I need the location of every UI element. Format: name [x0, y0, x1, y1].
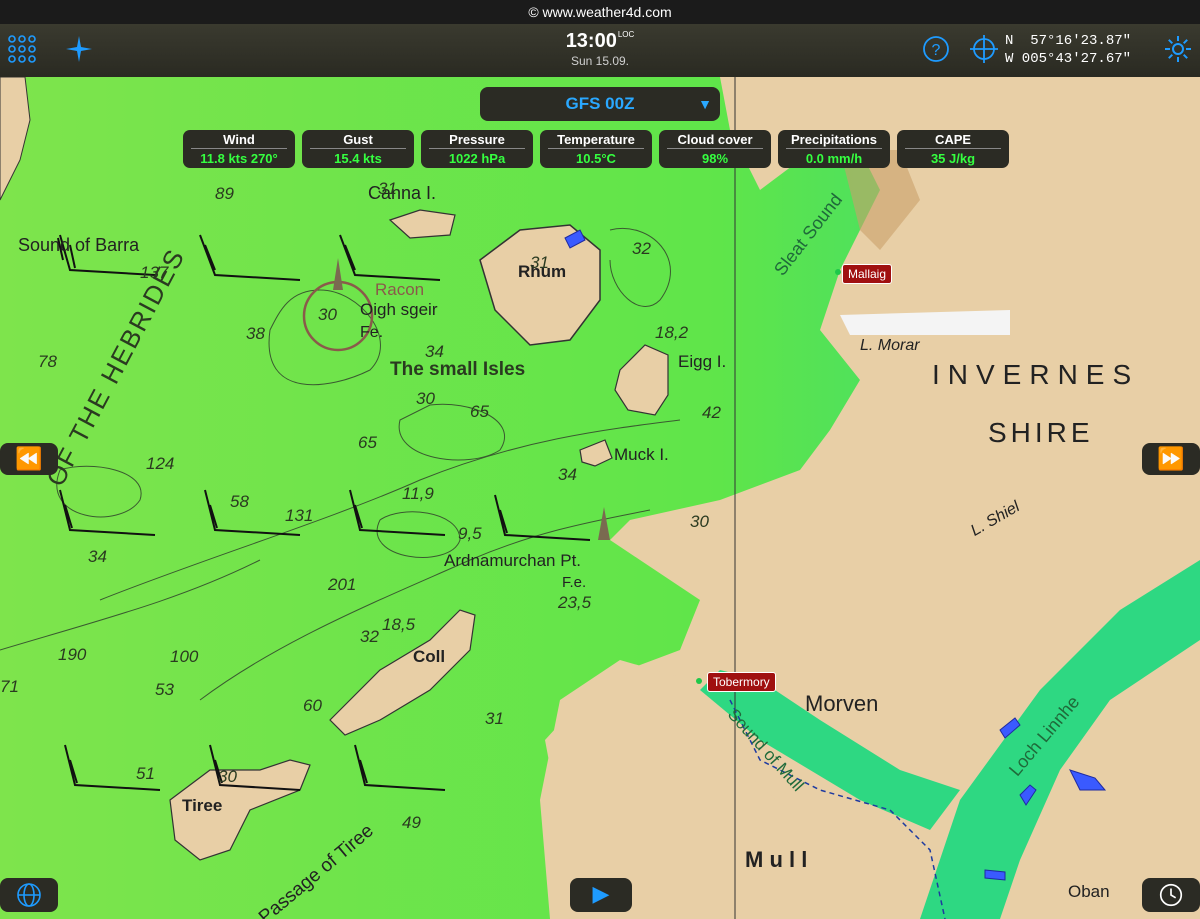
settings-gear-icon[interactable]	[1162, 34, 1194, 66]
param-cloud-cover[interactable]: Cloud cover 98%	[659, 130, 771, 168]
param-precipitations[interactable]: Precipitations 0.0 mm/h	[778, 130, 890, 168]
depth-sounding: 18,2	[655, 323, 689, 342]
model-selector[interactable]: GFS 00Z ▼	[480, 87, 720, 121]
label-shire: SHIRE	[988, 417, 1094, 448]
play-icon: ▶	[592, 881, 610, 906]
depth-sounding: 49	[402, 813, 421, 832]
label-coll: Coll	[413, 647, 446, 666]
param-wind[interactable]: Wind 11.8 kts 270°	[183, 130, 295, 168]
dropdown-arrow-icon: ▼	[698, 96, 712, 112]
depth-sounding: 30	[690, 512, 709, 531]
depth-sounding: 42	[702, 403, 721, 422]
play-button[interactable]: ▶	[570, 878, 632, 912]
label-ardnamurchan: Ardnamurchan Pt.	[444, 551, 582, 570]
depth-sounding: 18,5	[382, 615, 416, 634]
status-bar: © www.weather4d.com	[0, 0, 1200, 24]
label-morven: Morven	[805, 691, 879, 716]
depth-sounding: 34	[425, 342, 444, 361]
fast-forward-icon: ⏩	[1157, 446, 1185, 471]
cursor-coordinates: N 57°16'23.87" W 005°43'27.67"	[1005, 32, 1131, 68]
label-inverness: INVERNES	[932, 359, 1140, 390]
depth-sounding: 30	[416, 389, 435, 408]
label-sound-of-barra: Sound of Barra	[18, 235, 140, 255]
depth-sounding: 58	[230, 492, 249, 511]
depth-sounding: 190	[58, 645, 87, 664]
crosshair-icon[interactable]	[968, 34, 1000, 66]
copyright-text: © www.weather4d.com	[528, 4, 672, 20]
depth-sounding: 9,5	[458, 524, 482, 543]
depth-sounding: 65	[470, 402, 489, 421]
depth-sounding: 23,5	[558, 593, 592, 612]
port-tag-mallaig[interactable]: Mallaig	[842, 264, 893, 284]
fast-forward-button[interactable]: ⏩	[1142, 443, 1200, 475]
depth-sounding: 30	[318, 305, 337, 324]
depth-sounding: 38	[246, 324, 265, 343]
globe-icon	[17, 883, 41, 907]
label-racon: Racon	[375, 280, 425, 299]
depth-sounding: 32	[632, 239, 651, 258]
time-suffix: LOC	[617, 30, 635, 39]
label-fe-1: Fe.	[360, 324, 384, 341]
label-tiree: Tiree	[182, 796, 223, 815]
depth-sounding: 53	[155, 680, 174, 699]
depth-sounding: 124	[146, 454, 175, 473]
depth-sounding: 11,9	[402, 484, 434, 503]
depth-sounding: 31	[378, 179, 397, 198]
depth-sounding: 31	[485, 709, 504, 728]
depth-sounding: 131	[285, 506, 314, 525]
label-loch-morar: L. Morar	[860, 337, 920, 354]
label-muck: Muck I.	[614, 445, 669, 464]
depth-sounding: 34	[88, 547, 107, 566]
depth-sounding: 65	[358, 433, 377, 452]
longitude-readout: W 005°43'27.67"	[1005, 51, 1132, 67]
depth-sounding: 60	[303, 696, 322, 715]
clock-icon	[1159, 883, 1183, 907]
nautical-chart-map[interactable]: OF THE HEBRIDES Sound of Barra Canna I. …	[0, 77, 1200, 919]
param-temperature[interactable]: Temperature 10.5°C	[540, 130, 652, 168]
top-toolbar: 13:00LOC Sun 15.09. ? N 57°16'23.87" W 00…	[0, 24, 1200, 77]
label-small-isles: The small Isles	[390, 359, 526, 380]
depth-sounding: 34	[558, 465, 577, 484]
param-gust[interactable]: Gust 15.4 kts	[302, 130, 414, 168]
label-mull: M u l l	[745, 847, 808, 872]
depth-sounding: 31	[530, 253, 549, 272]
clock-button[interactable]	[1142, 878, 1200, 912]
latitude-readout: N 57°16'23.87"	[1005, 33, 1132, 49]
label-oban: Oban	[1068, 882, 1110, 901]
chart-background	[0, 77, 1200, 919]
param-cape[interactable]: CAPE 35 J/kg	[897, 130, 1009, 168]
depth-sounding: 89	[215, 184, 234, 203]
depth-sounding: 30	[218, 767, 237, 786]
rewind-button[interactable]: ⏪	[0, 443, 58, 475]
help-icon[interactable]: ?	[920, 34, 952, 66]
port-tag-tobermory[interactable]: Tobermory	[707, 672, 776, 692]
svg-text:?: ?	[932, 42, 941, 59]
depth-sounding: 71	[0, 677, 19, 696]
label-oigh-sgeir: Oigh sgeir	[360, 300, 438, 319]
param-pressure[interactable]: Pressure 1022 hPa	[421, 130, 533, 168]
depth-sounding: 137	[140, 263, 169, 282]
depth-sounding: 201	[328, 575, 357, 594]
rewind-icon: ⏪	[15, 446, 43, 471]
depth-sounding: 32	[360, 627, 379, 646]
depth-sounding: 51	[136, 764, 155, 783]
label-fe-2: F.e.	[562, 574, 587, 591]
model-label: GFS 00Z	[565, 94, 635, 113]
globe-button[interactable]	[0, 878, 58, 912]
label-eigg: Eigg I.	[678, 352, 727, 371]
depth-sounding: 100	[170, 647, 199, 666]
depth-sounding: 78	[38, 352, 57, 371]
